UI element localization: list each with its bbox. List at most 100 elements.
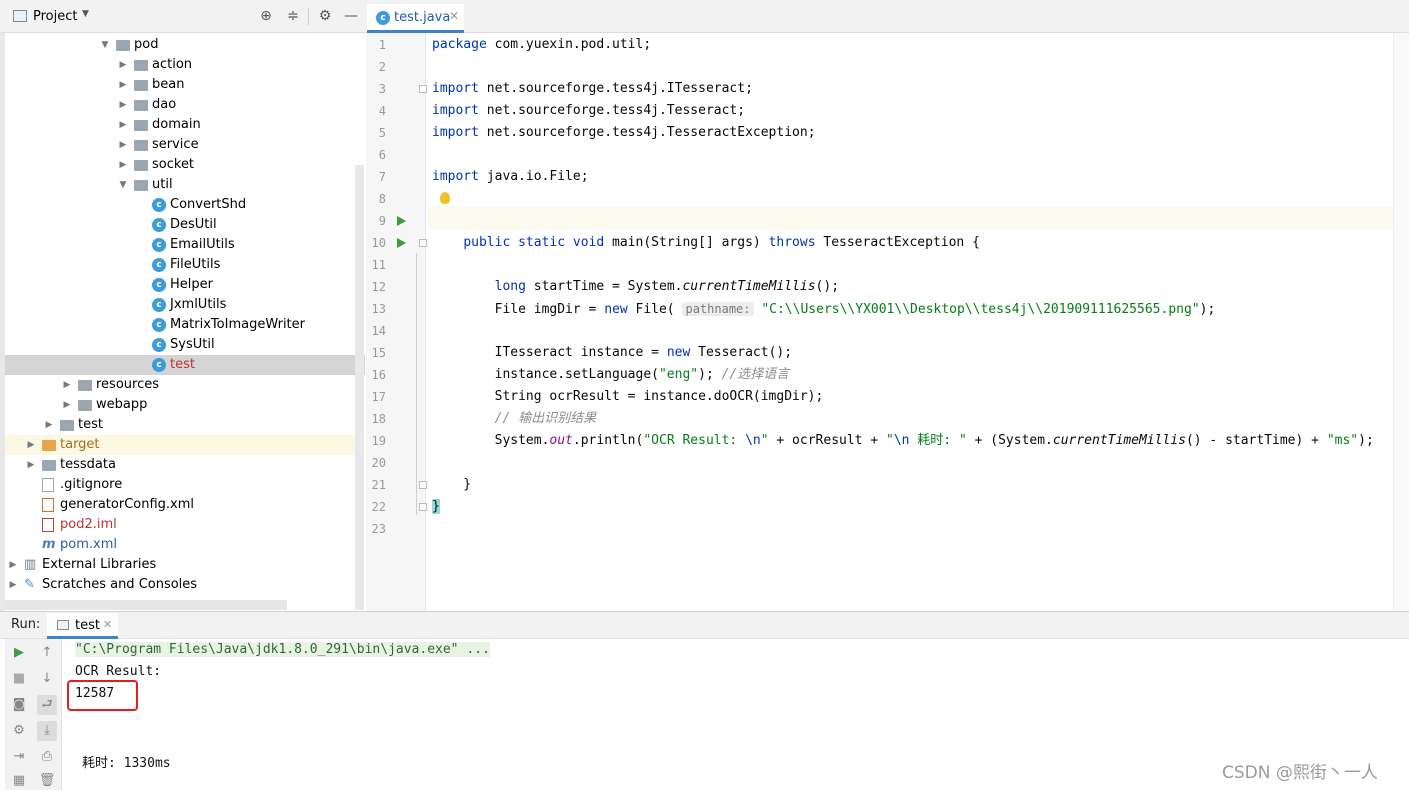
gear-icon[interactable]: ⚙: [317, 8, 333, 24]
chevron-right-icon[interactable]: ▶: [26, 455, 36, 475]
folder-icon: [116, 40, 130, 51]
soft-wrap-icon[interactable]: ⮐: [37, 695, 57, 715]
tree-item-label: FileUtils: [170, 257, 221, 272]
fold-marker-icon[interactable]: [419, 85, 427, 93]
tree-item[interactable]: c EmailUtils: [5, 235, 365, 255]
code-line: File imgDir = new File( pathname: "C:\\U…: [432, 302, 1216, 317]
lightbulb-icon[interactable]: [440, 192, 450, 204]
trash-icon[interactable]: 🗑: [37, 771, 57, 791]
chevron-right-icon[interactable]: ▶: [26, 435, 36, 455]
code-line: package com.yuexin.pod.util;: [432, 37, 652, 52]
chevron-right-icon[interactable]: ▶: [62, 395, 72, 415]
tree-item[interactable]: ▼ pod: [5, 35, 365, 55]
line-number: 11: [371, 258, 386, 272]
tree-item[interactable]: ▶ action: [5, 55, 365, 75]
close-icon[interactable]: ✕: [449, 9, 459, 23]
code-area[interactable]: package com.yuexin.pod.util; import net.s…: [427, 33, 1393, 611]
caret-line-highlight: [427, 207, 1393, 229]
tree-item[interactable]: generatorConfig.xml: [5, 495, 365, 515]
tree-item[interactable]: pod2.iml: [5, 515, 365, 535]
tree-item[interactable]: ▶ dao: [5, 95, 365, 115]
tree-item[interactable]: .gitignore: [5, 475, 365, 495]
fold-marker-icon[interactable]: [419, 481, 427, 489]
tree-item[interactable]: ▶ bean: [5, 75, 365, 95]
tree-item[interactable]: ▶ socket: [5, 155, 365, 175]
project-scrollbar[interactable]: [355, 165, 364, 610]
line-number: 9: [378, 214, 386, 228]
chevron-right-icon[interactable]: ▶: [118, 95, 128, 115]
fold-marker-icon[interactable]: [419, 503, 427, 511]
folder-icon: [134, 160, 148, 171]
chevron-down-icon[interactable]: ▼: [82, 9, 89, 19]
tree-item[interactable]: c FileUtils: [5, 255, 365, 275]
project-horizontal-scrollbar[interactable]: [5, 600, 287, 610]
tree-item[interactable]: ▼ util: [5, 175, 365, 195]
tree-item[interactable]: c SysUtil: [5, 335, 365, 355]
console-output[interactable]: "C:\Program Files\Java\jdk1.8.0_291\bin\…: [63, 639, 1409, 790]
code-line: String ocrResult = instance.doOCR(imgDir…: [432, 389, 824, 404]
chevron-right-icon[interactable]: ▶: [118, 135, 128, 155]
divider: [308, 8, 309, 25]
tree-item[interactable]: c DesUtil: [5, 215, 365, 235]
tree-item[interactable]: ▶ domain: [5, 115, 365, 135]
tree-item[interactable]: ▶ tessdata: [5, 455, 365, 475]
tree-item-label: Helper: [170, 277, 213, 292]
chevron-right-icon[interactable]: ▶: [118, 155, 128, 175]
chevron-right-icon[interactable]: ▶: [62, 375, 72, 395]
tree-item[interactable]: ▶ test: [5, 415, 365, 435]
tree-item[interactable]: ▶ ✎ Scratches and Consoles: [5, 575, 365, 595]
tab-test-java[interactable]: c test.java ✕: [367, 4, 464, 33]
fold-marker-icon[interactable]: [419, 239, 427, 247]
chevron-right-icon[interactable]: ▶: [118, 115, 128, 135]
run-config-icon: [57, 620, 69, 630]
collapse-all-icon[interactable]: ≑: [285, 8, 301, 24]
tree-item[interactable]: c ConvertShd: [5, 195, 365, 215]
project-panel-title[interactable]: Project: [33, 9, 77, 24]
chevron-right-icon[interactable]: ▶: [118, 55, 128, 75]
chevron-right-icon[interactable]: ▶: [44, 415, 54, 435]
tree-item-label: DesUtil: [170, 217, 217, 232]
tree-item[interactable]: ▶ target: [5, 435, 365, 455]
tree-item[interactable]: ▶ ▥ External Libraries: [5, 555, 365, 575]
tree-item[interactable]: c test: [5, 355, 365, 375]
camera-icon[interactable]: ◙: [9, 695, 29, 715]
tree-item-label: bean: [152, 77, 185, 92]
exit-icon[interactable]: ⇥: [9, 747, 29, 767]
pin-icon[interactable]: ▦: [9, 771, 29, 791]
editor-scrollbar[interactable]: [1393, 33, 1409, 611]
tree-item[interactable]: ▶ resources: [5, 375, 365, 395]
settings-icon[interactable]: ⚙: [9, 721, 29, 741]
run-tab-test[interactable]: test ✕: [47, 613, 118, 639]
print-icon[interactable]: ⎙: [37, 747, 57, 767]
rerun-icon[interactable]: ▶: [9, 643, 29, 663]
tree-item[interactable]: m pom.xml: [5, 535, 365, 555]
project-view-icon: [13, 10, 27, 22]
stop-icon[interactable]: ■: [9, 669, 29, 689]
tree-item[interactable]: c Helper: [5, 275, 365, 295]
chevron-right-icon[interactable]: ▶: [118, 75, 128, 95]
line-number: 2: [378, 60, 386, 74]
close-icon[interactable]: ✕: [103, 618, 112, 631]
tree-item-label: EmailUtils: [170, 237, 235, 252]
chevron-right-icon[interactable]: ▶: [8, 575, 18, 595]
scroll-to-end-icon[interactable]: ⤓: [37, 721, 57, 741]
chevron-right-icon[interactable]: ▶: [8, 555, 18, 575]
tree-item-label: External Libraries: [42, 557, 157, 572]
editor-tab-bar: [365, 0, 1409, 33]
tree-item[interactable]: c JxmlUtils: [5, 295, 365, 315]
locate-icon[interactable]: ⊕: [258, 8, 274, 24]
tree-item[interactable]: c MatrixToImageWriter: [5, 315, 365, 335]
tree-item[interactable]: ▶ service: [5, 135, 365, 155]
run-gutter-icon[interactable]: [397, 216, 406, 226]
line-number: 10: [371, 236, 386, 250]
chevron-down-icon[interactable]: ▼: [100, 35, 110, 55]
scratch-icon: ✎: [24, 577, 35, 592]
console-result-header: OCR Result:: [75, 664, 162, 679]
code-line: // 输出识别结果: [494, 411, 597, 426]
arrow-down-icon[interactable]: ↓: [37, 669, 57, 689]
arrow-up-icon[interactable]: ↑: [37, 643, 57, 663]
run-gutter-icon[interactable]: [397, 238, 406, 248]
chevron-down-icon[interactable]: ▼: [118, 175, 128, 195]
tree-item[interactable]: ▶ webapp: [5, 395, 365, 415]
minimize-icon[interactable]: —: [343, 8, 359, 24]
